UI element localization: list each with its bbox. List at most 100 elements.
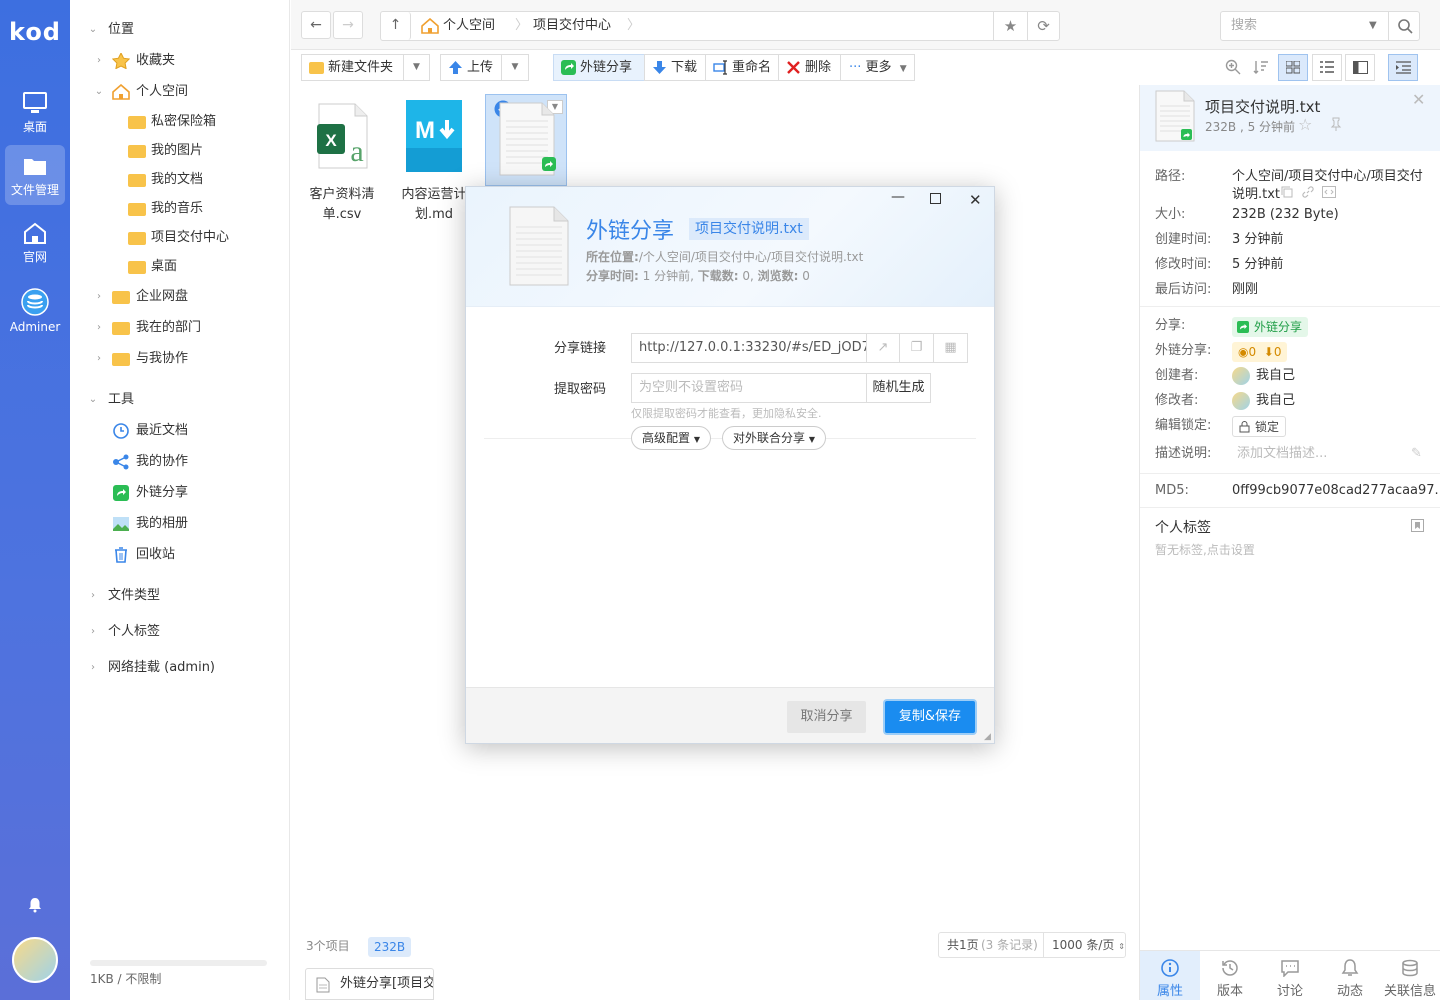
chevron-right-icon[interactable]: › [93, 47, 105, 75]
zoom-icon[interactable] [1225, 59, 1241, 75]
chevron-down-icon[interactable]: ⌄ [87, 16, 99, 44]
chevron-down-icon[interactable]: ⌄ [87, 386, 99, 414]
view-list-button[interactable] [1312, 54, 1342, 81]
maximize-icon[interactable] [930, 193, 941, 204]
pin-icon[interactable] [1329, 117, 1343, 131]
tree-section-filetypes[interactable]: › 文件类型 [70, 582, 290, 610]
link-icon[interactable] [1302, 186, 1314, 198]
close-icon[interactable]: ✕ [1412, 90, 1425, 109]
sort-icon[interactable] [1253, 59, 1269, 75]
tree-item-personal[interactable]: ⌄ 个人空间 [70, 78, 290, 106]
file-item[interactable]: Xa 客户资料清单.csv [299, 98, 385, 225]
cancel-share-button[interactable]: 取消分享 [787, 701, 866, 733]
tree-item-collab[interactable]: › 与我协作 [70, 345, 290, 373]
tree-item-enterprise[interactable]: › 企业网盘 [70, 283, 290, 311]
star-icon[interactable]: ★ [993, 12, 1027, 40]
new-folder-button[interactable]: 新建文件夹 [301, 54, 404, 81]
share-link-button[interactable]: 外链分享 [553, 54, 645, 81]
tab-properties[interactable]: 属性 [1140, 951, 1200, 1000]
tree-item-pictures[interactable]: 我的图片 [70, 137, 290, 165]
tree-item-my-collab[interactable]: 我的协作 [70, 448, 290, 476]
lock-button[interactable]: 锁定 [1232, 416, 1287, 437]
share-stats-badge[interactable]: ◉0 ⬇0 [1232, 342, 1288, 362]
open-link-button[interactable]: ↗ [866, 333, 900, 363]
chevron-right-icon[interactable]: › [87, 618, 99, 646]
search-button[interactable] [1388, 12, 1420, 40]
up-button[interactable]: ↑ [381, 12, 411, 40]
notification-bell-icon[interactable] [27, 897, 43, 913]
tree-item-trash[interactable]: 回收站 [70, 541, 290, 569]
resize-grip-icon[interactable]: ◢ [984, 732, 991, 742]
copy-icon[interactable] [1281, 186, 1293, 198]
chevron-right-icon[interactable]: › [93, 345, 105, 373]
tree-item-documents[interactable]: 我的文档 [70, 166, 290, 194]
toggle-detail-panel-button[interactable] [1388, 54, 1418, 81]
tree-item-album[interactable]: 我的相册 [70, 510, 290, 538]
caret-down-icon[interactable]: ▼ [1369, 12, 1377, 40]
code-icon[interactable] [1322, 186, 1336, 198]
per-page-select[interactable]: 1000 条/页 ⇕ [1043, 933, 1125, 957]
tree-item-music[interactable]: 我的音乐 [70, 195, 290, 223]
back-button[interactable]: ← [301, 11, 331, 39]
taskbar-window-button[interactable]: 外链分享[项目交付说明.txt] [305, 968, 434, 1000]
tree-item-vault[interactable]: 私密保险箱 [70, 108, 290, 136]
tree-item-favorites[interactable]: › 收藏夹 [70, 47, 290, 75]
tree-section-location[interactable]: ⌄ 位置 [70, 16, 290, 44]
breadcrumb-item[interactable]: 项目交付中心 [533, 12, 611, 40]
search-input[interactable]: 搜索 [1231, 12, 1257, 40]
view-icon-button[interactable] [1278, 54, 1308, 81]
download-button[interactable]: 下载 [644, 54, 706, 81]
tree-section-tags[interactable]: › 个人标签 [70, 618, 290, 646]
tab-versions[interactable]: 版本 [1200, 951, 1260, 1000]
copy-save-button[interactable]: 复制&保存 [885, 701, 975, 733]
password-input[interactable]: 为空则不设置密码 [631, 373, 867, 403]
random-password-button[interactable]: 随机生成 [866, 373, 931, 403]
rename-button[interactable]: 重命名 [705, 54, 779, 81]
tag-icon[interactable] [1411, 519, 1424, 532]
qrcode-button[interactable]: ▦ [933, 333, 968, 363]
chevron-right-icon[interactable]: › [87, 654, 99, 682]
tags-empty[interactable]: 暂无标签,点击设置 [1155, 541, 1255, 558]
sort-arrows-icon: ⇕ [1118, 942, 1125, 951]
chevron-down-icon[interactable]: ⌄ [93, 78, 105, 106]
app-logo[interactable]: kod [0, 18, 70, 46]
tree-item-link-share[interactable]: 外链分享 [70, 479, 290, 507]
tree-item-desktop[interactable]: 桌面 [70, 253, 290, 281]
share-badge[interactable]: 外链分享 [1232, 317, 1309, 337]
advanced-config-button[interactable]: 高级配置 ▼ [631, 426, 711, 450]
refresh-icon[interactable]: ⟳ [1027, 12, 1059, 40]
tab-activity[interactable]: 动态 [1320, 951, 1380, 1000]
forward-button[interactable]: → [333, 11, 363, 39]
upload-dropdown-button[interactable]: ▼ [501, 54, 529, 81]
chevron-right-icon[interactable]: › [93, 283, 105, 311]
rail-item-files[interactable]: 文件管理 [5, 145, 65, 205]
tree-section-tools[interactable]: ⌄ 工具 [70, 386, 290, 414]
minimize-icon[interactable]: — [891, 189, 905, 205]
rail-item-website[interactable]: 官网 [5, 212, 65, 272]
tab-related[interactable]: 关联信息 [1380, 951, 1440, 1000]
tree-item-department[interactable]: › 我在的部门 [70, 314, 290, 342]
federated-share-button[interactable]: 对外联合分享 ▼ [722, 426, 826, 450]
upload-button[interactable]: 上传 [440, 54, 502, 81]
chevron-right-icon[interactable]: › [93, 314, 105, 342]
user-avatar[interactable] [12, 937, 58, 983]
chevron-right-icon[interactable]: › [87, 582, 99, 610]
delete-button[interactable]: 删除 [778, 54, 841, 81]
rail-item-adminer[interactable]: Adminer [5, 282, 65, 342]
rail-item-desktop[interactable]: 桌面 [5, 82, 65, 142]
breadcrumb-item[interactable]: 个人空间 [443, 12, 495, 40]
tree-section-mount[interactable]: › 网络挂载 (admin) [70, 654, 290, 682]
share-link-input[interactable]: http://127.0.0.1:33230/#s/ED_jOD7_ [631, 333, 867, 363]
copy-link-button[interactable]: ❐ [899, 333, 934, 363]
more-button[interactable]: ··· 更多 ▼ [840, 54, 915, 81]
star-icon[interactable]: ☆ [1298, 115, 1312, 134]
view-split-button[interactable] [1345, 54, 1375, 81]
tree-item-recent[interactable]: 最近文档 [70, 417, 290, 445]
close-icon[interactable]: ✕ [969, 191, 982, 209]
tree-item-delivery-center[interactable]: 项目交付中心 [70, 224, 290, 252]
edit-icon[interactable]: ✎ [1411, 445, 1422, 463]
file-item-selected[interactable]: ▼ [485, 94, 567, 186]
tab-discussion[interactable]: 讨论 [1260, 951, 1320, 1000]
new-dropdown-button[interactable]: ▼ [403, 54, 430, 81]
description-input[interactable]: 添加文档描述... [1237, 445, 1437, 463]
